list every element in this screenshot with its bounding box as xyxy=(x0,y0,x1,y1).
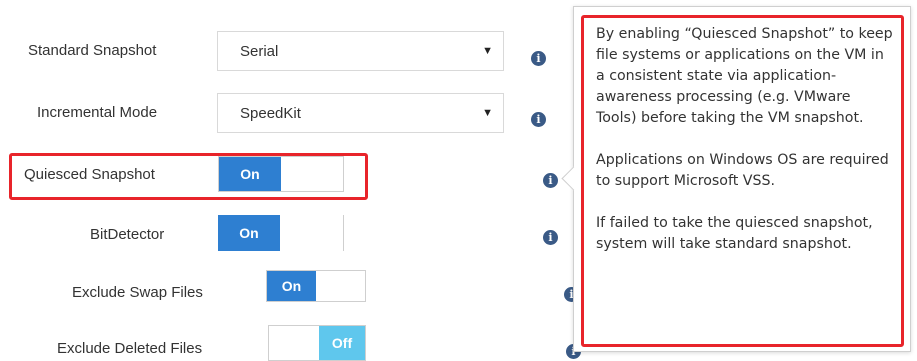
exclude-deleted-files-toggle[interactable]: Off xyxy=(268,325,366,361)
quiesced-snapshot-label: Quiesced Snapshot xyxy=(24,166,155,183)
incremental-mode-select[interactable]: SpeedKit ▼ xyxy=(217,93,504,133)
caret-down-icon: ▼ xyxy=(482,45,493,57)
bit-detector-label: BitDetector xyxy=(90,226,165,243)
toggle-off-knob: Off xyxy=(319,326,365,360)
standard-snapshot-select[interactable]: Serial ▼ xyxy=(217,31,504,71)
exclude-swap-files-label: Exclude Swap Files xyxy=(72,284,203,301)
exclude-swap-files-toggle[interactable]: On xyxy=(266,270,366,302)
tooltip-paragraph: Applications on Windows OS are required … xyxy=(596,152,889,189)
quiesced-snapshot-tooltip: By enabling “Quiesced Snapshot” to keep … xyxy=(561,6,911,352)
toggle-on-knob: On xyxy=(219,157,281,191)
incremental-mode-value: SpeedKit xyxy=(240,105,301,122)
info-icon[interactable]: i xyxy=(543,173,558,188)
info-icon[interactable]: i xyxy=(531,51,546,66)
standard-snapshot-value: Serial xyxy=(240,43,279,60)
incremental-mode-label: Incremental Mode xyxy=(37,104,158,121)
toggle-on-knob: On xyxy=(218,215,280,251)
bit-detector-toggle[interactable]: On xyxy=(218,215,282,251)
caret-down-icon: ▼ xyxy=(482,107,493,119)
quiesced-snapshot-toggle[interactable]: On xyxy=(218,156,344,192)
info-icon[interactable]: i xyxy=(543,230,558,245)
info-icon[interactable]: i xyxy=(531,112,546,127)
toggle-divider xyxy=(343,215,344,251)
tooltip-content-highlight: By enabling “Quiesced Snapshot” to keep … xyxy=(581,15,904,347)
tooltip-paragraph: By enabling “Quiesced Snapshot” to keep … xyxy=(596,26,893,126)
toggle-on-knob: On xyxy=(267,271,316,301)
standard-snapshot-label: Standard Snapshot xyxy=(28,42,157,59)
tooltip-paragraph: If failed to take the quiesced snapshot,… xyxy=(596,215,873,252)
exclude-deleted-files-label: Exclude Deleted Files xyxy=(57,340,203,357)
